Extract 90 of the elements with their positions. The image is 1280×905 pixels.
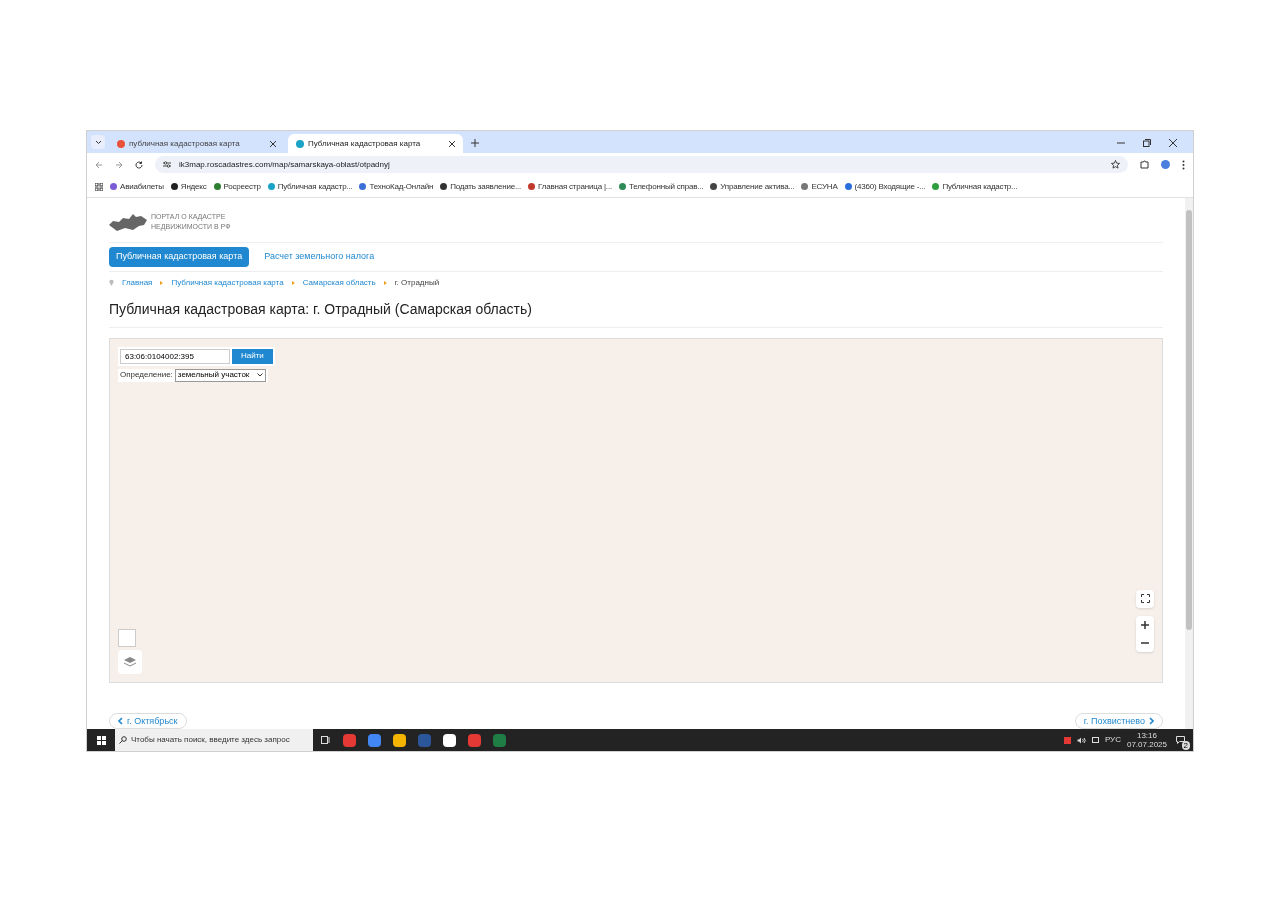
breadcrumb-link[interactable]: Самарская область — [302, 276, 376, 289]
page-title: Публичная кадастровая карта: г. Отрадный (Самарская область) — [109, 298, 1163, 328]
nav-tab[interactable]: Публичная кадастровая карта — [109, 247, 250, 267]
close-icon[interactable] — [449, 140, 455, 147]
bookmark-link[interactable]: Телефонный справ... — [628, 180, 704, 193]
nav-tab[interactable]: Расчет земельного налога — [257, 247, 382, 267]
bookmark-favicon-icon — [110, 183, 117, 190]
restore-icon[interactable] — [1143, 139, 1151, 147]
minimize-icon[interactable] — [1117, 139, 1125, 147]
tab-title: Публичная кадастровая карта — [308, 137, 422, 150]
bookmark-link[interactable]: Яндекс — [180, 180, 207, 193]
find-button[interactable]: Найти — [232, 348, 273, 364]
breadcrumb-separator-icon — [291, 280, 295, 285]
bookmark-favicon-icon — [710, 183, 718, 190]
bookmark-favicon-icon — [267, 183, 275, 190]
language-indicator[interactable]: РУС — [1104, 734, 1121, 746]
bookmark-favicon-icon — [170, 183, 178, 190]
notification-count: 2 — [1181, 741, 1190, 750]
map-tile[interactable]: 63:06:0104002:395 Найти Определение: земельный участок — [109, 337, 1163, 683]
notifications-button[interactable]: 2 — [1173, 734, 1187, 746]
fullscreen-button[interactable] — [1136, 589, 1154, 608]
russia-map-logo-icon — [109, 213, 147, 231]
browser-tab[interactable]: публичная кадастровая карта — [109, 134, 284, 153]
taskbar-search-field[interactable]: Чтобы начать поиск, введите здесь запрос — [115, 729, 313, 751]
apps-grid-icon[interactable] — [95, 182, 103, 191]
fullscreen-icon — [1140, 594, 1150, 603]
close-icon[interactable] — [270, 140, 276, 147]
profile-icon[interactable] — [1161, 160, 1170, 169]
close-icon[interactable] — [1169, 139, 1177, 147]
search-icon — [119, 736, 127, 744]
menu-icon[interactable] — [1182, 159, 1185, 170]
chevron-down-icon — [257, 373, 264, 377]
scrollbar[interactable] — [1185, 198, 1193, 729]
bookmark-favicon-icon — [844, 183, 852, 190]
cadastral-number-field[interactable]: 63:06:0104002:395 — [120, 348, 230, 364]
bookmark-link[interactable]: Авиабилеты — [120, 180, 164, 193]
bookmark-favicon-icon — [359, 183, 367, 190]
bookmark-link[interactable]: ЕСУНА — [811, 180, 838, 193]
chevron-left-icon — [118, 717, 123, 726]
taskbar-app-icon[interactable] — [443, 733, 456, 747]
bookmark-link[interactable]: Главная страница |... — [538, 180, 612, 193]
forward-arrow-icon[interactable] — [115, 160, 123, 169]
url-text: ik3map.roscadastres.com/map/samarskaya-oblast/otpadnyj — [179, 158, 391, 171]
network-icon[interactable] — [1091, 737, 1099, 743]
address-bar[interactable]: ik3map.roscadastres.com/map/samarskaya-oblast/otpadnyj — [155, 156, 1128, 173]
tab-title: публичная кадастровая карта — [129, 137, 241, 150]
bookmark-link[interactable]: Публичная кадастр... — [942, 180, 1018, 193]
layers-button[interactable] — [118, 649, 142, 674]
tab-favicon-icon — [296, 139, 304, 148]
definition-label: Определение: — [120, 369, 173, 381]
back-arrow-icon[interactable] — [95, 160, 103, 169]
current-page-crumb: г. Отрадный — [394, 276, 440, 289]
tab-list-button[interactable] — [91, 135, 105, 149]
tray-app-icon[interactable] — [1063, 736, 1071, 744]
bookmark-favicon-icon — [932, 183, 940, 190]
browser-tab[interactable]: Публичная кадастровая карта — [288, 134, 463, 153]
bookmark-link[interactable]: Публичная кадастр... — [277, 180, 353, 193]
speaker-icon[interactable] — [1076, 736, 1086, 744]
task-view-icon[interactable] — [321, 736, 331, 744]
bookmark-favicon-icon — [528, 183, 535, 190]
clock-date: 07.07.2025 — [1126, 740, 1167, 749]
bookmark-favicon-icon — [440, 183, 448, 190]
chevron-right-icon — [1149, 717, 1154, 726]
breadcrumb-link[interactable]: Публичная кадастровая карта — [171, 276, 284, 289]
definition-select[interactable]: земельный участок — [174, 368, 267, 382]
new-tab-icon[interactable] — [471, 139, 479, 147]
clock-time: 13:16 — [1136, 731, 1157, 740]
bookmark-star-icon[interactable] — [1111, 160, 1120, 169]
taskbar-app-icon[interactable] — [393, 733, 406, 747]
bookmark-link[interactable]: ТехноКад-Онлайн — [369, 180, 434, 193]
layers-icon — [123, 655, 137, 668]
bookmark-favicon-icon — [213, 183, 221, 190]
breadcrumb-separator-icon — [160, 280, 164, 285]
chevron-down-icon — [94, 139, 102, 145]
bookmark-link[interactable]: Подать заявление... — [450, 180, 521, 193]
reload-icon[interactable] — [135, 160, 143, 169]
bookmark-link[interactable]: Управление актива... — [720, 180, 795, 193]
location-pin-icon — [109, 279, 114, 286]
notification-icon — [1175, 736, 1185, 744]
search-placeholder: Чтобы начать поиск, введите здесь запрос — [131, 734, 290, 746]
bookmark-link[interactable]: Росреестр — [223, 180, 261, 193]
bookmark-link[interactable]: (4360) Входящие -... — [854, 180, 926, 193]
bookmark-favicon-icon — [801, 183, 809, 190]
site-settings-icon[interactable] — [163, 161, 171, 168]
bookmark-favicon-icon — [618, 183, 626, 190]
breadcrumb-separator-icon — [383, 280, 387, 285]
tab-favicon-icon — [117, 139, 125, 148]
plus-icon — [1141, 620, 1149, 629]
breadcrumb-link[interactable]: Главная — [122, 276, 153, 289]
windows-logo-icon — [96, 735, 106, 745]
